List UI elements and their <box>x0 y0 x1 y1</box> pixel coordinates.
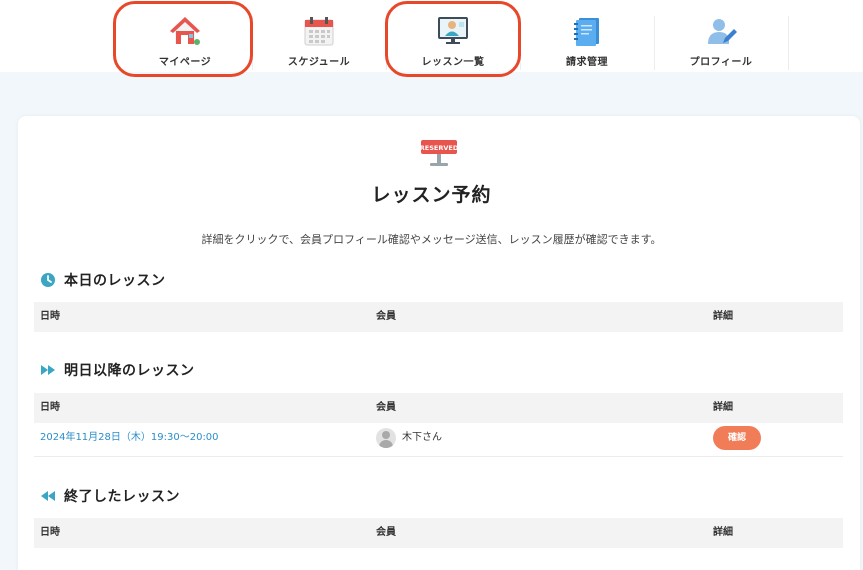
clock-icon <box>41 273 55 287</box>
table-header-upcoming: 日時 会員 詳細 <box>34 393 843 423</box>
nav-billing-label: 請求管理 <box>566 57 608 68</box>
nav-mypage[interactable]: マイページ <box>118 0 252 72</box>
header-detail: 詳細 <box>713 402 733 413</box>
notebook-icon <box>574 18 599 46</box>
reserved-sign-text: RESERVED <box>420 144 458 152</box>
teacher-screen-icon <box>438 17 468 44</box>
top-navigation: マイページ スケジュール レッスン一覧 請求管理 プロフィール <box>0 0 863 72</box>
header-detail: 詳細 <box>713 527 733 538</box>
page-title: レッスン予約 <box>371 184 492 206</box>
house-icon <box>170 17 200 45</box>
section-finished-title: 終了したレッスン <box>40 486 180 506</box>
profile-edit-icon <box>708 19 737 44</box>
header-date: 日時 <box>40 527 60 538</box>
nav-schedule-label: スケジュール <box>287 57 351 68</box>
header-member: 会員 <box>376 402 396 413</box>
page-description: 詳細をクリックで、会員プロフィール確認やメッセージ送信、レッスン履歴が確認できま… <box>201 233 662 246</box>
section-upcoming-label: 明日以降のレッスン <box>64 363 195 379</box>
fast-forward-icon <box>41 365 55 375</box>
header-detail: 詳細 <box>713 311 733 322</box>
calendar-icon <box>304 17 334 46</box>
header-date: 日時 <box>40 402 60 413</box>
section-today-title: 本日のレッスン <box>40 270 166 290</box>
reserved-sign-icon: RESERVED <box>420 140 458 166</box>
confirm-button[interactable]: 確認 <box>713 426 761 450</box>
member-name: 木下さん <box>402 432 442 443</box>
member-cell: 木下さん <box>376 423 442 453</box>
section-upcoming-title: 明日以降のレッスン <box>40 360 195 380</box>
nav-billing[interactable]: 請求管理 <box>520 0 654 72</box>
nav-divider <box>788 16 789 70</box>
header-date: 日時 <box>40 311 60 322</box>
lesson-date-link[interactable]: 2024年11月28日（木）19:30〜20:00 <box>40 423 219 453</box>
nav-schedule[interactable]: スケジュール <box>252 0 386 72</box>
table-header-finished: 日時 会員 詳細 <box>34 518 843 548</box>
nav-mypage-label: マイページ <box>158 57 212 68</box>
nav-profile[interactable]: プロフィール <box>654 0 788 72</box>
header-member: 会員 <box>376 527 396 538</box>
header-member: 会員 <box>376 311 396 322</box>
table-header-today: 日時 会員 詳細 <box>34 302 843 332</box>
table-row: 2024年11月28日（木）19:30〜20:00 木下さん 確認 <box>34 423 843 457</box>
nav-lesson-list-label: レッスン一覧 <box>421 57 485 68</box>
avatar <box>376 428 396 448</box>
section-today-label: 本日のレッスン <box>64 273 166 289</box>
nav-profile-label: プロフィール <box>689 57 753 68</box>
section-finished-label: 終了したレッスン <box>64 489 180 505</box>
rewind-icon <box>41 491 55 501</box>
nav-lesson-list[interactable]: レッスン一覧 <box>386 0 520 72</box>
